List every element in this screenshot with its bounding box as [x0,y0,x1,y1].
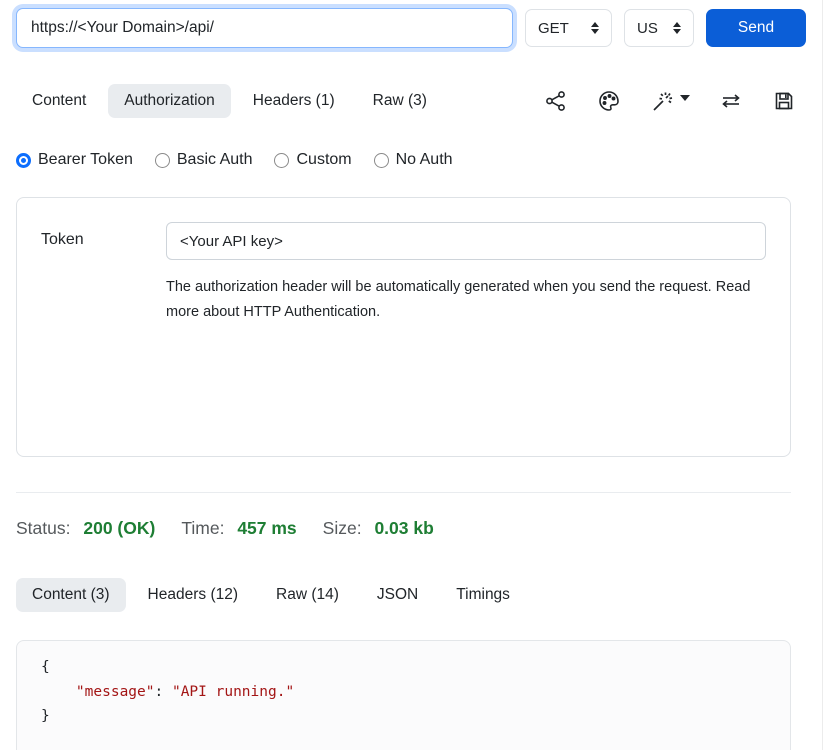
chevron-down-icon [680,95,690,101]
tab-response-content[interactable]: Content (3) [16,578,126,612]
size-value: 0.03 kb [374,518,433,538]
radio-icon [274,153,289,168]
send-button[interactable]: Send [706,9,806,47]
time-label: Time: [181,518,224,538]
json-brace: { [41,659,50,675]
request-tabs: Content Authorization Headers (1) Raw (3… [16,84,806,118]
region-select-value: US [637,20,658,37]
share-icon[interactable] [544,89,568,113]
toolbar-icons [544,89,806,113]
api-tester-panel: GET US Send Content Authorization Header… [0,0,823,750]
tab-response-timings[interactable]: Timings [440,578,526,612]
json-indent [41,684,76,700]
updown-arrows-icon [591,22,599,34]
response-tabs: Content (3) Headers (12) Raw (14) JSON T… [16,578,806,612]
radio-label: Basic Auth [177,151,253,169]
tab-response-headers[interactable]: Headers (12) [132,578,254,612]
radio-icon [16,153,31,168]
token-label: Token [41,222,166,325]
json-brace: } [41,708,50,724]
json-value: "API running." [172,684,294,700]
tab-raw[interactable]: Raw (3) [357,84,443,118]
radio-label: No Auth [396,151,453,169]
size-label: Size: [323,518,362,538]
save-icon[interactable] [772,89,796,113]
token-input[interactable] [166,222,766,260]
radio-label: Custom [296,151,351,169]
auth-type-options: Bearer Token Basic Auth Custom No Auth [16,151,806,169]
section-divider [16,492,791,493]
radio-label: Bearer Token [38,151,133,169]
radio-basic-auth[interactable]: Basic Auth [155,151,253,169]
request-bar: GET US Send [16,8,806,48]
tab-authorization[interactable]: Authorization [108,84,230,118]
updown-arrows-icon [673,22,681,34]
swap-arrows-icon[interactable] [719,89,743,113]
time-value: 457 ms [237,518,296,538]
response-body-panel: { "message": "API running." } [16,640,791,750]
radio-no-auth[interactable]: No Auth [374,151,453,169]
json-separator: : [155,684,172,700]
radio-icon [374,153,389,168]
bearer-token-panel: Token The authorization header will be a… [16,197,791,457]
status-label: Status: [16,518,70,538]
method-select[interactable]: GET [525,9,612,47]
tab-headers[interactable]: Headers (1) [237,84,351,118]
token-help-text: The authorization header will be automat… [166,275,766,325]
region-select[interactable]: US [624,9,694,47]
method-select-value: GET [538,20,569,37]
radio-custom[interactable]: Custom [274,151,351,169]
response-json: { "message": "API running." } [41,655,766,729]
palette-icon[interactable] [597,89,621,113]
tab-response-json[interactable]: JSON [361,578,434,612]
tab-content[interactable]: Content [16,84,102,118]
tab-response-raw[interactable]: Raw (14) [260,578,355,612]
radio-icon [155,153,170,168]
url-input[interactable] [16,8,513,48]
radio-bearer-token[interactable]: Bearer Token [16,151,133,169]
status-value: 200 (OK) [83,518,155,538]
magic-wand-icon[interactable] [650,89,690,113]
response-status-bar: Status: 200 (OK) Time: 457 ms Size: 0.03… [16,518,806,539]
json-key: "message" [76,684,155,700]
